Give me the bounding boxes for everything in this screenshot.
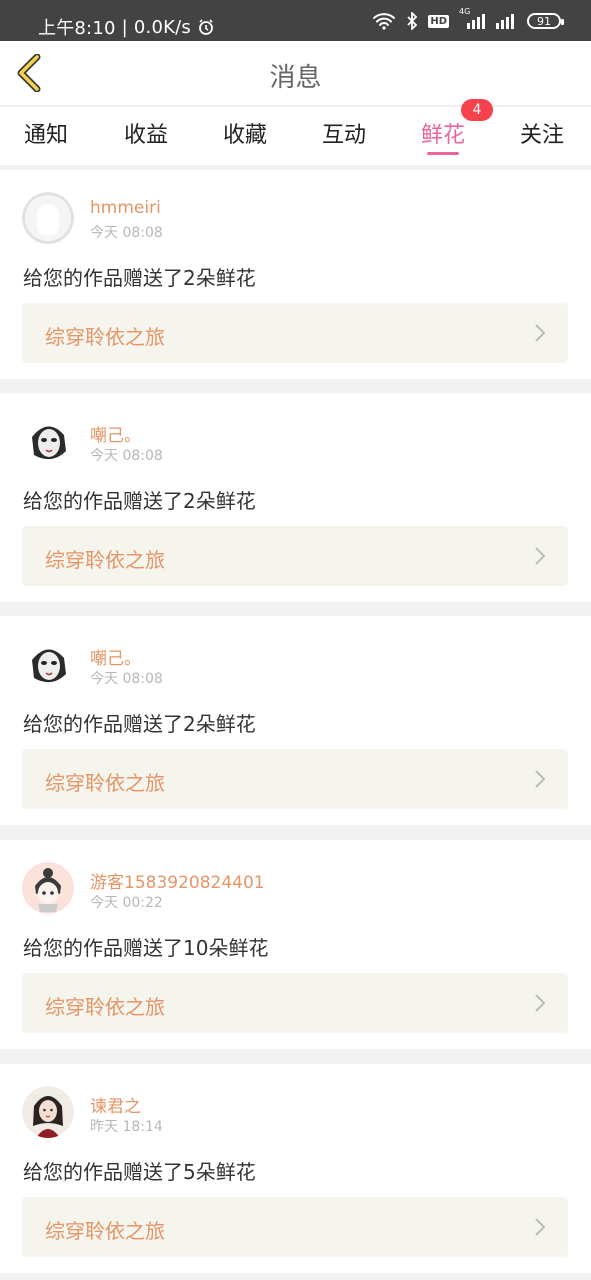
work-title: 综穿聆依之旅 [45, 995, 165, 1019]
chevron-right-icon [535, 324, 546, 342]
alarm-icon [197, 18, 215, 36]
page-title: 消息 [269, 63, 322, 93]
user-name[interactable]: 嘲己。 [90, 421, 141, 446]
work-link[interactable]: 综穿聆依之旅 [22, 526, 568, 586]
message-time: 今天 08:08 [90, 225, 163, 241]
portrait-avatar-icon [22, 1086, 74, 1138]
tab-following[interactable]: 关注 [520, 117, 564, 149]
work-link[interactable]: 综穿聆依之旅 [22, 973, 568, 1033]
avatar[interactable] [22, 638, 74, 690]
wifi-icon [372, 12, 396, 30]
chevron-right-icon [535, 994, 546, 1012]
user-name[interactable]: hmmeiri [90, 198, 161, 218]
message-time: 今天 08:08 [90, 448, 163, 464]
work-link[interactable]: 综穿聆依之旅 [22, 749, 568, 809]
work-title: 综穿聆依之旅 [45, 548, 165, 572]
list-item: 嘲己。 今天 08:08 给您的作品赠送了2朵鲜花 综穿聆依之旅 [0, 616, 591, 825]
work-link[interactable]: 综穿聆依之旅 [22, 303, 568, 363]
work-title: 综穿聆依之旅 [45, 325, 165, 349]
mask-avatar-icon [22, 638, 74, 690]
tab-bar: 通知 收益 收藏 互动 鲜花 关注 [0, 106, 591, 165]
cartoon-avatar-icon [22, 862, 74, 914]
message-text: 给您的作品赠送了2朵鲜花 [23, 266, 256, 290]
blank-avatar-icon [22, 192, 74, 244]
status-time: 上午8:10 [38, 18, 116, 39]
work-link[interactable]: 综穿聆依之旅 [22, 1197, 568, 1257]
avatar[interactable] [22, 862, 74, 914]
message-text: 给您的作品赠送了5朵鲜花 [23, 1160, 256, 1184]
unread-badge: 4 [461, 99, 493, 121]
chevron-right-icon [535, 1218, 546, 1236]
user-name[interactable]: 谏君之 [90, 1092, 141, 1117]
mask-avatar-icon [22, 415, 74, 467]
work-title: 综穿聆依之旅 [45, 771, 165, 795]
work-title: 综穿聆依之旅 [45, 1219, 165, 1243]
signal-4g-icon: 4G [459, 7, 485, 29]
message-text: 给您的作品赠送了2朵鲜花 [23, 489, 256, 513]
user-name[interactable]: 嘲己。 [90, 644, 141, 669]
message-text: 给您的作品赠送了10朵鲜花 [23, 936, 269, 960]
tab-earnings[interactable]: 收益 [124, 117, 168, 149]
avatar[interactable] [22, 415, 74, 467]
list-item: 游客1583920824401 今天 00:22 给您的作品赠送了10朵鲜花 综… [0, 840, 591, 1049]
status-bar: 上午8:10 | 0.0K/s HD 4G 91 [0, 0, 591, 41]
chevron-right-icon [535, 770, 546, 788]
tab-favorites[interactable]: 收藏 [223, 117, 267, 149]
chevron-right-icon [535, 547, 546, 565]
message-time: 今天 00:22 [90, 895, 163, 911]
message-time: 昨天 18:14 [90, 1119, 163, 1135]
hd-icon: HD [428, 14, 449, 28]
tab-notifications[interactable]: 通知 [24, 117, 68, 149]
list-item: hmmeiri 今天 08:08 给您的作品赠送了2朵鲜花 综穿聆依之旅 [0, 170, 591, 379]
active-tab-indicator [427, 152, 459, 155]
battery-icon: 91 [527, 13, 564, 29]
nav-bar: 消息 [0, 41, 591, 105]
tab-flowers[interactable]: 鲜花 [421, 117, 465, 149]
user-name[interactable]: 游客1583920824401 [90, 868, 265, 893]
signal-icon [495, 13, 517, 29]
list-item: 嘲己。 今天 08:08 给您的作品赠送了2朵鲜花 综穿聆依之旅 [0, 393, 591, 602]
avatar[interactable] [22, 1086, 74, 1138]
message-text: 给您的作品赠送了2朵鲜花 [23, 712, 256, 736]
list-item: 谏君之 昨天 18:14 给您的作品赠送了5朵鲜花 综穿聆依之旅 [0, 1064, 591, 1273]
avatar[interactable] [22, 192, 74, 244]
message-time: 今天 08:08 [90, 671, 163, 687]
bluetooth-icon [406, 12, 418, 30]
status-net-speed: 0.0K/s [133, 16, 191, 38]
tab-interactions[interactable]: 互动 [322, 117, 366, 149]
